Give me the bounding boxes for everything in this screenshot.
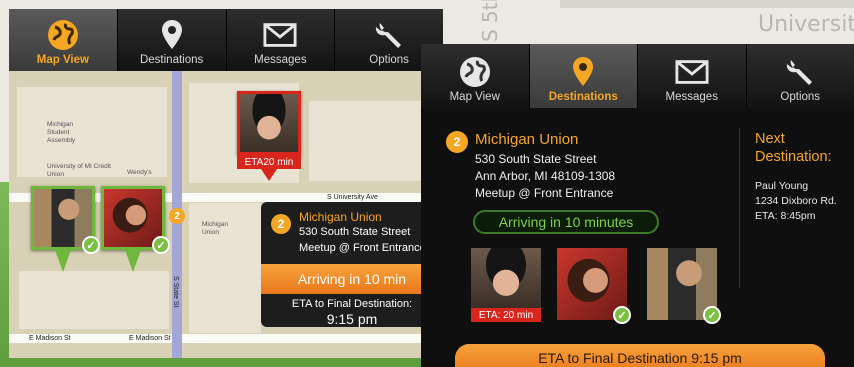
road bbox=[9, 334, 443, 343]
road-label: E Madison St bbox=[129, 335, 171, 342]
wrench-icon bbox=[783, 56, 817, 88]
tab-options[interactable]: Options bbox=[747, 44, 854, 108]
friend-card-arrived[interactable]: ✓ bbox=[557, 248, 631, 324]
envelope-icon bbox=[263, 19, 297, 51]
map-view-screen: Map View Destinations Messages Options S… bbox=[9, 9, 443, 358]
tab-messages[interactable]: Messages bbox=[638, 44, 747, 108]
tab-label: Map View bbox=[449, 91, 500, 103]
pin-tail bbox=[55, 250, 71, 272]
envelope-icon bbox=[675, 56, 709, 88]
destination-marker[interactable]: 2 bbox=[169, 208, 185, 224]
poi-label: Michigan Student Assembly bbox=[47, 121, 76, 144]
poi-label: Wendy's bbox=[127, 169, 152, 176]
tab-label: Destinations bbox=[548, 91, 618, 103]
tab-map-view[interactable]: Map View bbox=[421, 44, 530, 108]
road-label: S State St bbox=[172, 276, 179, 308]
check-icon: ✓ bbox=[82, 236, 100, 254]
friend-photo bbox=[471, 248, 541, 308]
eta-final-time: 9:15 pm bbox=[326, 311, 378, 327]
destinations-screen: Map View Destinations Messages Options 2… bbox=[421, 44, 854, 367]
next-destination-heading: Next bbox=[755, 131, 785, 147]
tab-label: Messages bbox=[665, 91, 718, 103]
tab-map-view[interactable]: Map View bbox=[9, 9, 118, 71]
friend-photo bbox=[237, 91, 301, 155]
map-block bbox=[19, 271, 169, 329]
eta-label: ETA20 min bbox=[237, 155, 301, 169]
meetup-line: Meetup @ Front Entrance bbox=[475, 186, 614, 200]
check-icon: ✓ bbox=[152, 236, 170, 254]
tab-label: Destinations bbox=[139, 54, 204, 66]
divider bbox=[739, 128, 740, 288]
destination-number-badge: 2 bbox=[446, 131, 468, 153]
tab-bar: Map View Destinations Messages Options bbox=[421, 44, 854, 108]
next-eta: ETA: 8:45pm bbox=[755, 210, 816, 222]
tab-label: Messages bbox=[254, 54, 307, 66]
globe-icon bbox=[46, 19, 80, 51]
background-university-label: University bbox=[758, 12, 854, 37]
poi-label: Michigan Union bbox=[202, 221, 229, 236]
final-eta-bar: ETA to Final Destination 9:15 pm bbox=[455, 344, 825, 367]
road-label: E Madison St bbox=[29, 335, 71, 342]
friend-pin-eta[interactable]: ETA20 min bbox=[237, 91, 301, 181]
road-label: S University Ave bbox=[327, 194, 378, 201]
popup-address: 530 South State Street bbox=[299, 226, 411, 238]
next-destination-heading: Destination: bbox=[755, 149, 832, 165]
friend-card-en-route[interactable]: ETA: 20 min bbox=[471, 248, 541, 322]
pin-tail bbox=[261, 169, 277, 181]
tab-messages[interactable]: Messages bbox=[227, 9, 336, 71]
eta-label: ETA: 20 min bbox=[471, 308, 541, 322]
popup-title: Michigan Union bbox=[299, 210, 382, 224]
arriving-status: Arriving in 10 minutes bbox=[473, 210, 659, 234]
address-line: 530 South State Street bbox=[475, 152, 597, 166]
background-road bbox=[560, 0, 854, 8]
destination-popup[interactable]: 2 Michigan Union 530 South State Street … bbox=[261, 202, 443, 327]
tab-label: Options bbox=[369, 54, 409, 66]
destination-number-badge: 2 bbox=[271, 214, 291, 234]
tab-destinations[interactable]: Destinations bbox=[529, 44, 638, 108]
next-person: Paul Young bbox=[755, 180, 809, 192]
friend-card-arrived[interactable]: ✓ bbox=[647, 248, 721, 324]
poi-label: University of MI Credit Union bbox=[47, 163, 111, 178]
popup-meetup: Meetup @ Front Entrance bbox=[299, 242, 426, 254]
globe-icon bbox=[458, 56, 492, 88]
arriving-banner: Arriving in 10 min bbox=[261, 264, 443, 294]
friend-pin-arrived[interactable]: ✓ bbox=[101, 186, 170, 272]
eta-final-label: ETA to Final Destination: bbox=[291, 298, 413, 310]
check-icon: ✓ bbox=[613, 306, 631, 324]
pin-tail bbox=[125, 250, 141, 272]
address-line: Ann Arbor, MI 48109-1308 bbox=[475, 169, 616, 183]
next-address: 1234 Dixboro Rd. bbox=[755, 195, 837, 207]
map-pin-icon bbox=[566, 56, 600, 88]
background-street-label: S 5th bbox=[478, 0, 502, 42]
check-icon: ✓ bbox=[703, 306, 721, 324]
destination-title: Michigan Union bbox=[475, 131, 579, 148]
tab-bar: Map View Destinations Messages Options bbox=[9, 9, 443, 71]
map-pin-icon bbox=[155, 19, 189, 51]
wrench-icon bbox=[372, 19, 406, 51]
tab-label: Map View bbox=[36, 54, 89, 66]
friend-pin-arrived[interactable]: ✓ bbox=[31, 186, 100, 272]
tab-destinations[interactable]: Destinations bbox=[118, 9, 227, 71]
tab-label: Options bbox=[780, 91, 821, 103]
